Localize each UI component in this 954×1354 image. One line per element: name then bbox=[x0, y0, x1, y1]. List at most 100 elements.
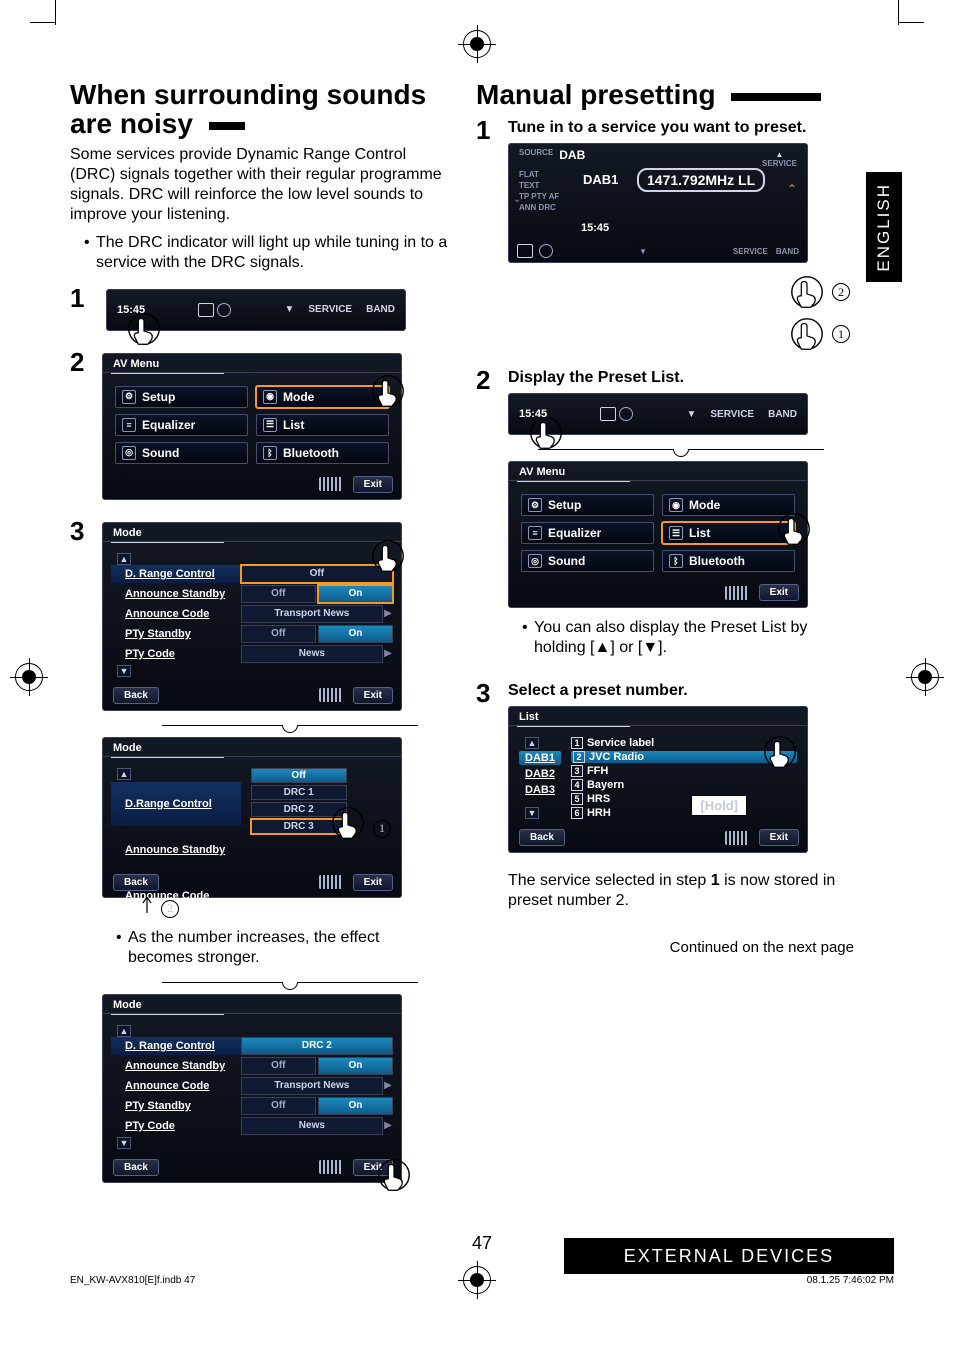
menu-list[interactable]: ☰List bbox=[256, 414, 389, 436]
exit-button[interactable]: Exit bbox=[759, 584, 799, 601]
scroll-down-icon[interactable]: ▼ bbox=[525, 807, 539, 819]
mode-row-announce-standby[interactable]: Announce Standby bbox=[111, 828, 241, 872]
mode-row-pty-standby[interactable]: PTy Standby bbox=[111, 625, 241, 643]
menu-setup[interactable]: ⚙Setup bbox=[521, 494, 654, 516]
step-number: 1 bbox=[70, 283, 92, 314]
mode-value-transport[interactable]: Transport News bbox=[241, 1077, 383, 1095]
service-row[interactable]: 4Bayern bbox=[571, 779, 797, 791]
scroll-up-icon[interactable]: ▲ bbox=[525, 737, 539, 749]
cycle-arrow-icon[interactable]: ▶ bbox=[383, 1117, 393, 1135]
back-button[interactable]: Back bbox=[113, 1159, 159, 1176]
mode-value-news[interactable]: News bbox=[241, 1117, 383, 1135]
up-arrow-icon[interactable]: ▲ bbox=[776, 150, 784, 159]
exit-button[interactable]: Exit bbox=[353, 874, 393, 891]
down-arrow-icon[interactable]: ▼ bbox=[686, 409, 696, 420]
mode-row-drange[interactable]: D. Range Control bbox=[111, 1037, 241, 1055]
seg-off[interactable]: Off bbox=[241, 1097, 316, 1115]
down-arrow-icon[interactable]: ▼ bbox=[284, 304, 294, 315]
band-dab1[interactable]: DAB1 bbox=[519, 751, 561, 765]
down-arrow-icon[interactable]: ▼ bbox=[639, 247, 647, 256]
seg-off[interactable]: Off bbox=[241, 625, 316, 643]
menu-setup[interactable]: ⚙Setup bbox=[115, 386, 248, 408]
mode-row-drange[interactable]: D. Range Control bbox=[111, 565, 241, 583]
service-row[interactable]: 5HRS bbox=[571, 793, 797, 805]
seg-on[interactable]: On bbox=[318, 1057, 393, 1075]
callout-arrow bbox=[137, 897, 157, 921]
mode-row-drange[interactable]: D.Range Control bbox=[111, 782, 241, 826]
left-arrow-icon[interactable]: ⌄ bbox=[513, 194, 521, 205]
bars-icon bbox=[725, 586, 749, 600]
gear-icon[interactable] bbox=[217, 303, 231, 317]
service-bottom[interactable]: SERVICE bbox=[733, 247, 768, 256]
mode-row-announce-code[interactable]: Announce Code bbox=[111, 605, 241, 623]
caret-up-icon[interactable]: ⌃ bbox=[787, 182, 797, 196]
gear-icon[interactable] bbox=[539, 244, 553, 258]
back-button[interactable]: Back bbox=[113, 874, 159, 891]
seg-off[interactable]: Off bbox=[241, 1057, 316, 1075]
menu-equalizer[interactable]: ≡Equalizer bbox=[115, 414, 248, 436]
menu-sound[interactable]: ◎Sound bbox=[115, 442, 248, 464]
left-step-2: 2 AV Menu ⚙Setup ◉Mode ≡Equalizer ☰List … bbox=[70, 347, 448, 510]
exit-button[interactable]: Exit bbox=[353, 687, 393, 704]
list-icon: ☰ bbox=[263, 418, 277, 432]
bullet-preset-hold: You can also display the Preset List by … bbox=[522, 618, 854, 658]
mode-row-announce-standby[interactable]: Announce Standby bbox=[111, 585, 241, 603]
right-step-1: 1 Tune in to a service you want to prese… bbox=[476, 115, 854, 353]
cycle-arrow-icon[interactable]: ▶ bbox=[383, 605, 393, 623]
exit-button[interactable]: Exit bbox=[353, 476, 393, 493]
home-icon[interactable] bbox=[600, 407, 616, 421]
right-step-2: 2 Display the Preset List. 15:45 ▼ bbox=[476, 365, 854, 668]
continued-note: Continued on the next page bbox=[476, 939, 854, 956]
band-tab[interactable]: BAND bbox=[768, 409, 797, 420]
footer-time: 08.1.25 7:46:02 PM bbox=[807, 1275, 894, 1286]
scroll-up-icon[interactable]: ▲ bbox=[117, 768, 131, 780]
band-dab3[interactable]: DAB3 bbox=[519, 783, 561, 797]
mode-row-announce-code[interactable]: Announce Code bbox=[111, 1077, 241, 1095]
dab-tuner-screen: SOURCE DAB FLAT TEXT TP PTY AF ANN DRC ⌄… bbox=[508, 143, 808, 263]
band-tab[interactable]: BAND bbox=[366, 304, 395, 315]
menu-sound[interactable]: ◎Sound bbox=[521, 550, 654, 572]
menu-bluetooth[interactable]: ᛒBluetooth bbox=[662, 550, 795, 572]
mode-row-pty-code[interactable]: PTy Code bbox=[111, 645, 241, 663]
exit-button[interactable]: Exit bbox=[759, 829, 799, 846]
right-column: Manual presetting 1 Tune in to a service… bbox=[476, 80, 894, 1193]
scroll-up-icon[interactable]: ▲ bbox=[117, 1025, 131, 1037]
scroll-down-icon[interactable]: ▼ bbox=[117, 1137, 131, 1149]
callout-2: 2 bbox=[161, 900, 179, 918]
tap-hand-icon bbox=[369, 372, 407, 410]
av-menu-panel: AV Menu ⚙Setup ◉Mode ≡Equalizer ☰List ◎S… bbox=[508, 461, 808, 608]
flow-divider bbox=[538, 445, 824, 455]
menu-bluetooth[interactable]: ᛒBluetooth bbox=[256, 442, 389, 464]
cycle-arrow-icon[interactable]: ▶ bbox=[383, 645, 393, 663]
service-row[interactable]: 6HRH bbox=[571, 807, 797, 819]
home-icon[interactable] bbox=[517, 244, 533, 258]
mode-value-drc2[interactable]: DRC 2 bbox=[241, 1037, 393, 1055]
menu-equalizer[interactable]: ≡Equalizer bbox=[521, 522, 654, 544]
registration-mark bbox=[911, 663, 939, 691]
back-button[interactable]: Back bbox=[519, 829, 565, 846]
bullet-list: The DRC indicator will light up while tu… bbox=[70, 233, 448, 273]
service-tab[interactable]: SERVICE bbox=[710, 409, 754, 420]
seg-off[interactable]: Off bbox=[241, 585, 316, 603]
step-1-label: Tune in to a service you want to preset. bbox=[508, 119, 854, 137]
scroll-up-icon[interactable]: ▲ bbox=[117, 553, 131, 565]
band-dab2[interactable]: DAB2 bbox=[519, 767, 561, 781]
tap-hand-icon bbox=[788, 273, 826, 311]
band-bottom[interactable]: BAND bbox=[776, 247, 799, 256]
mode-row-announce-standby[interactable]: Announce Standby bbox=[111, 1057, 241, 1075]
mode-value-news[interactable]: News bbox=[241, 645, 383, 663]
gear-icon[interactable] bbox=[619, 407, 633, 421]
scroll-down-icon[interactable]: ▼ bbox=[117, 665, 131, 677]
seg-on[interactable]: On bbox=[318, 1097, 393, 1115]
mode-row-pty-code[interactable]: PTy Code bbox=[111, 1117, 241, 1135]
mode-row-pty-standby[interactable]: PTy Standby bbox=[111, 1097, 241, 1115]
back-button[interactable]: Back bbox=[113, 687, 159, 704]
service-tab[interactable]: SERVICE bbox=[308, 304, 352, 315]
drc-option-1[interactable]: DRC 1 bbox=[251, 785, 347, 800]
mode-value-transport[interactable]: Transport News bbox=[241, 605, 383, 623]
home-icon[interactable] bbox=[198, 303, 214, 317]
seg-on[interactable]: On bbox=[318, 625, 393, 643]
drc-option-off[interactable]: Off bbox=[251, 768, 347, 783]
cycle-arrow-icon[interactable]: ▶ bbox=[383, 1077, 393, 1095]
seg-on[interactable]: On bbox=[318, 585, 393, 603]
